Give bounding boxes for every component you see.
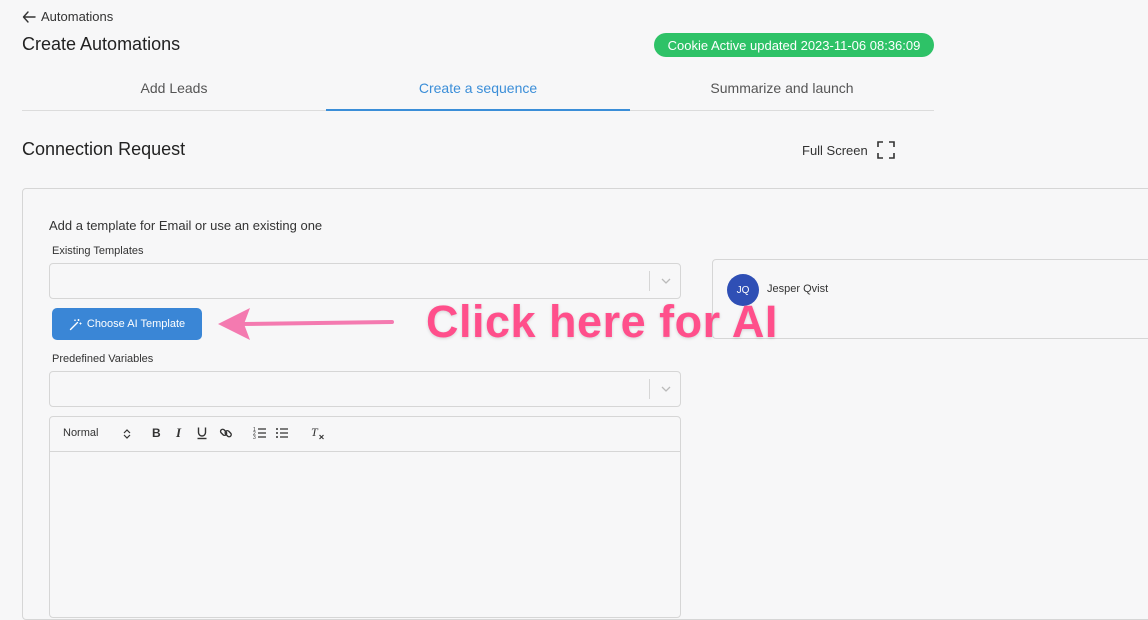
editor-content-area[interactable] [50,452,680,617]
svg-text:B: B [152,426,161,440]
clear-format-icon[interactable]: T [311,426,325,440]
format-select-value: Normal [63,427,99,439]
select-divider [649,271,650,291]
tab-add-leads[interactable]: Add Leads [22,70,326,110]
svg-text:T: T [311,426,319,439]
arrow-left-icon [22,10,36,23]
ordered-list-icon[interactable]: 1 2 3 [253,426,267,440]
bullet-list-icon[interactable] [275,426,289,440]
italic-icon[interactable]: I [174,426,186,440]
magic-wand-icon [69,318,82,330]
tab-create-sequence[interactable]: Create a sequence [326,70,630,111]
predefined-variables-select[interactable] [49,371,681,407]
back-link[interactable]: Automations [22,9,113,24]
ai-button-label: Choose AI Template [86,318,186,330]
format-select-arrows-icon[interactable] [123,429,131,439]
page-title: Create Automations [22,34,181,54]
svg-text:3: 3 [253,435,256,440]
back-link-label: Automations [41,9,114,24]
select-divider [649,379,650,399]
expand-icon [876,141,895,159]
chevron-down-icon [661,386,671,392]
section-title: Connection Request [22,139,186,159]
step-tabs: Add Leads Create a sequence Summarize an… [22,70,934,111]
choose-ai-template-button[interactable]: Choose AI Template [52,308,202,340]
bold-icon[interactable]: B [151,426,163,440]
message-editor: Normal B I 1 2 3 T [49,416,681,618]
format-select[interactable]: Normal [63,427,98,439]
editor-toolbar: Normal B I 1 2 3 T [50,417,680,452]
callout-arrow-icon [218,308,394,340]
existing-templates-label: Existing Templates [52,245,144,257]
chevron-down-icon [661,278,671,284]
callout-text: Click here for AI [426,296,778,347]
tab-summarize-launch[interactable]: Summarize and launch [630,70,934,110]
fullscreen-button[interactable]: Full Screen [802,141,895,159]
help-text: Add a template for Email or use an exist… [49,218,323,233]
link-icon[interactable] [219,426,233,440]
existing-templates-select[interactable] [49,263,681,299]
fullscreen-label: Full Screen [802,142,868,158]
status-badge: Cookie Active updated 2023-11-06 08:36:0… [654,33,934,57]
svg-text:I: I [175,426,182,440]
underline-icon[interactable] [196,426,208,440]
predefined-variables-label: Predefined Variables [52,353,154,365]
preview-user-name: Jesper Qvist [767,283,829,295]
